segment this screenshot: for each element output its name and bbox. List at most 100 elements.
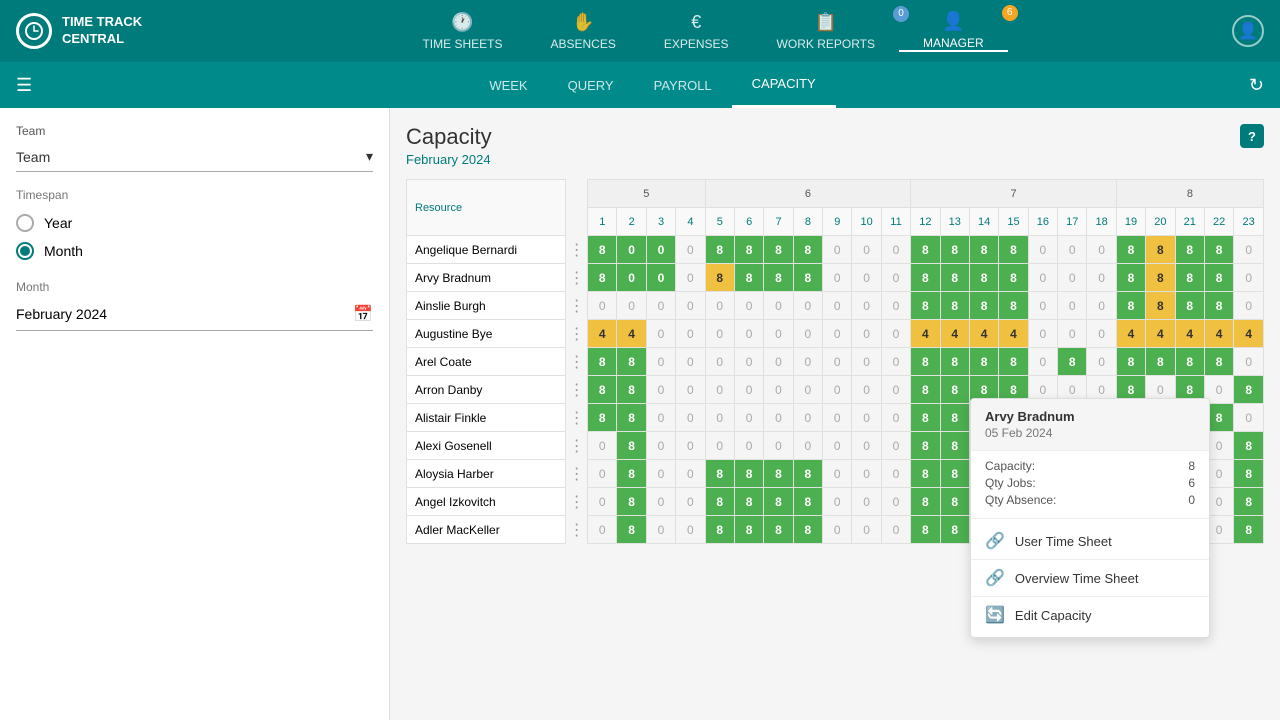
capacity-cell[interactable]: 8 bbox=[1116, 292, 1145, 320]
capacity-cell[interactable]: 0 bbox=[881, 320, 910, 348]
capacity-cell[interactable]: 0 bbox=[793, 432, 822, 460]
capacity-cell[interactable]: 0 bbox=[823, 404, 852, 432]
capacity-cell[interactable]: 0 bbox=[676, 264, 705, 292]
capacity-cell[interactable]: 8 bbox=[1204, 292, 1233, 320]
tooltip-action-edit-capacity[interactable]: 🔄 Edit Capacity bbox=[971, 597, 1209, 633]
capacity-cell[interactable]: 0 bbox=[1087, 348, 1116, 376]
row-action-menu[interactable]: ⋮ bbox=[566, 432, 588, 460]
capacity-cell[interactable]: 0 bbox=[823, 376, 852, 404]
capacity-cell[interactable]: 8 bbox=[911, 404, 940, 432]
capacity-cell[interactable]: 0 bbox=[881, 460, 910, 488]
dots-button[interactable]: ⋮ bbox=[569, 296, 585, 316]
capacity-cell[interactable]: 0 bbox=[823, 236, 852, 264]
row-action-menu[interactable]: ⋮ bbox=[566, 404, 588, 432]
capacity-cell[interactable]: 0 bbox=[646, 460, 675, 488]
capacity-cell[interactable]: 8 bbox=[999, 292, 1028, 320]
capacity-cell[interactable]: 0 bbox=[823, 516, 852, 544]
row-action-menu[interactable]: ⋮ bbox=[566, 348, 588, 376]
capacity-cell[interactable]: 0 bbox=[823, 460, 852, 488]
capacity-cell[interactable]: 0 bbox=[823, 264, 852, 292]
row-action-menu[interactable]: ⋮ bbox=[566, 516, 588, 544]
capacity-cell[interactable]: 8 bbox=[940, 264, 969, 292]
capacity-cell[interactable]: 0 bbox=[646, 376, 675, 404]
capacity-cell[interactable]: 0 bbox=[1087, 264, 1116, 292]
capacity-cell[interactable]: 8 bbox=[617, 516, 646, 544]
capacity-cell[interactable]: 8 bbox=[734, 460, 763, 488]
capacity-cell[interactable]: 0 bbox=[676, 516, 705, 544]
capacity-cell[interactable]: 8 bbox=[999, 236, 1028, 264]
capacity-cell[interactable]: 0 bbox=[764, 376, 793, 404]
capacity-cell[interactable]: 0 bbox=[676, 292, 705, 320]
capacity-cell[interactable]: 8 bbox=[1234, 376, 1264, 404]
capacity-cell[interactable]: 0 bbox=[764, 404, 793, 432]
capacity-cell[interactable]: 8 bbox=[940, 516, 969, 544]
capacity-cell[interactable]: 0 bbox=[734, 432, 763, 460]
capacity-cell[interactable]: 4 bbox=[1116, 320, 1145, 348]
nav-workreports[interactable]: 📋 WORK REPORTS 0 bbox=[753, 12, 899, 51]
capacity-cell[interactable]: 8 bbox=[705, 460, 734, 488]
capacity-cell[interactable]: 0 bbox=[1028, 236, 1057, 264]
capacity-cell[interactable]: 0 bbox=[617, 264, 646, 292]
dots-button[interactable]: ⋮ bbox=[569, 380, 585, 400]
dots-button[interactable]: ⋮ bbox=[569, 492, 585, 512]
capacity-cell[interactable]: 0 bbox=[881, 292, 910, 320]
tab-payroll[interactable]: PAYROLL bbox=[634, 62, 732, 108]
capacity-cell[interactable]: 4 bbox=[1234, 320, 1264, 348]
capacity-cell[interactable]: 0 bbox=[646, 236, 675, 264]
capacity-cell[interactable]: 8 bbox=[911, 488, 940, 516]
hamburger-menu[interactable]: ☰ bbox=[16, 75, 32, 96]
capacity-cell[interactable]: 8 bbox=[705, 236, 734, 264]
capacity-cell[interactable]: 0 bbox=[852, 320, 881, 348]
capacity-cell[interactable]: 0 bbox=[1234, 236, 1264, 264]
capacity-cell[interactable]: 8 bbox=[617, 376, 646, 404]
capacity-cell[interactable]: 0 bbox=[852, 404, 881, 432]
capacity-cell[interactable]: 8 bbox=[911, 432, 940, 460]
capacity-cell[interactable]: 0 bbox=[764, 320, 793, 348]
user-avatar[interactable]: 👤 bbox=[1232, 15, 1264, 47]
capacity-cell[interactable]: 0 bbox=[1087, 292, 1116, 320]
capacity-cell[interactable]: 8 bbox=[793, 460, 822, 488]
nav-manager[interactable]: 👤 MANAGER 6 bbox=[899, 11, 1008, 52]
year-radio-button[interactable] bbox=[16, 214, 34, 232]
capacity-cell[interactable]: 0 bbox=[1058, 292, 1087, 320]
capacity-cell[interactable]: 8 bbox=[1116, 348, 1145, 376]
capacity-cell[interactable]: 8 bbox=[1204, 264, 1233, 292]
capacity-cell[interactable]: 8 bbox=[734, 236, 763, 264]
capacity-cell[interactable]: 4 bbox=[969, 320, 998, 348]
capacity-cell[interactable]: 0 bbox=[734, 320, 763, 348]
capacity-cell[interactable]: 0 bbox=[705, 404, 734, 432]
capacity-cell[interactable]: 0 bbox=[881, 432, 910, 460]
capacity-cell[interactable]: 0 bbox=[676, 404, 705, 432]
capacity-cell[interactable]: 8 bbox=[911, 236, 940, 264]
capacity-cell[interactable]: 8 bbox=[969, 348, 998, 376]
capacity-cell[interactable]: 0 bbox=[823, 348, 852, 376]
capacity-cell[interactable]: 0 bbox=[852, 460, 881, 488]
capacity-cell[interactable]: 0 bbox=[1028, 264, 1057, 292]
capacity-cell[interactable]: 0 bbox=[588, 292, 617, 320]
dots-button[interactable]: ⋮ bbox=[569, 436, 585, 456]
capacity-cell[interactable]: 4 bbox=[1146, 320, 1175, 348]
capacity-cell[interactable]: 0 bbox=[734, 348, 763, 376]
tooltip-action-user-timesheet[interactable]: 🔗 User Time Sheet bbox=[971, 523, 1209, 559]
dots-button[interactable]: ⋮ bbox=[569, 240, 585, 260]
capacity-cell[interactable]: 0 bbox=[881, 348, 910, 376]
nav-expenses[interactable]: € EXPENSES bbox=[640, 12, 753, 51]
capacity-cell[interactable]: 0 bbox=[1028, 348, 1057, 376]
capacity-cell[interactable]: 0 bbox=[734, 404, 763, 432]
capacity-cell[interactable]: 8 bbox=[793, 236, 822, 264]
capacity-cell[interactable]: 0 bbox=[823, 292, 852, 320]
capacity-cell[interactable]: 8 bbox=[1234, 460, 1264, 488]
capacity-cell[interactable]: 0 bbox=[1087, 320, 1116, 348]
capacity-cell[interactable]: 8 bbox=[764, 516, 793, 544]
capacity-cell[interactable]: 8 bbox=[911, 264, 940, 292]
capacity-cell[interactable]: 8 bbox=[940, 432, 969, 460]
capacity-cell[interactable]: 8 bbox=[1146, 236, 1175, 264]
capacity-cell[interactable]: 8 bbox=[940, 376, 969, 404]
capacity-cell[interactable]: 0 bbox=[734, 376, 763, 404]
capacity-cell[interactable]: 8 bbox=[911, 516, 940, 544]
capacity-cell[interactable]: 8 bbox=[1234, 488, 1264, 516]
capacity-cell[interactable]: 0 bbox=[852, 236, 881, 264]
radio-year[interactable]: Year bbox=[16, 214, 373, 232]
capacity-cell[interactable]: 8 bbox=[969, 236, 998, 264]
capacity-cell[interactable]: 0 bbox=[588, 460, 617, 488]
